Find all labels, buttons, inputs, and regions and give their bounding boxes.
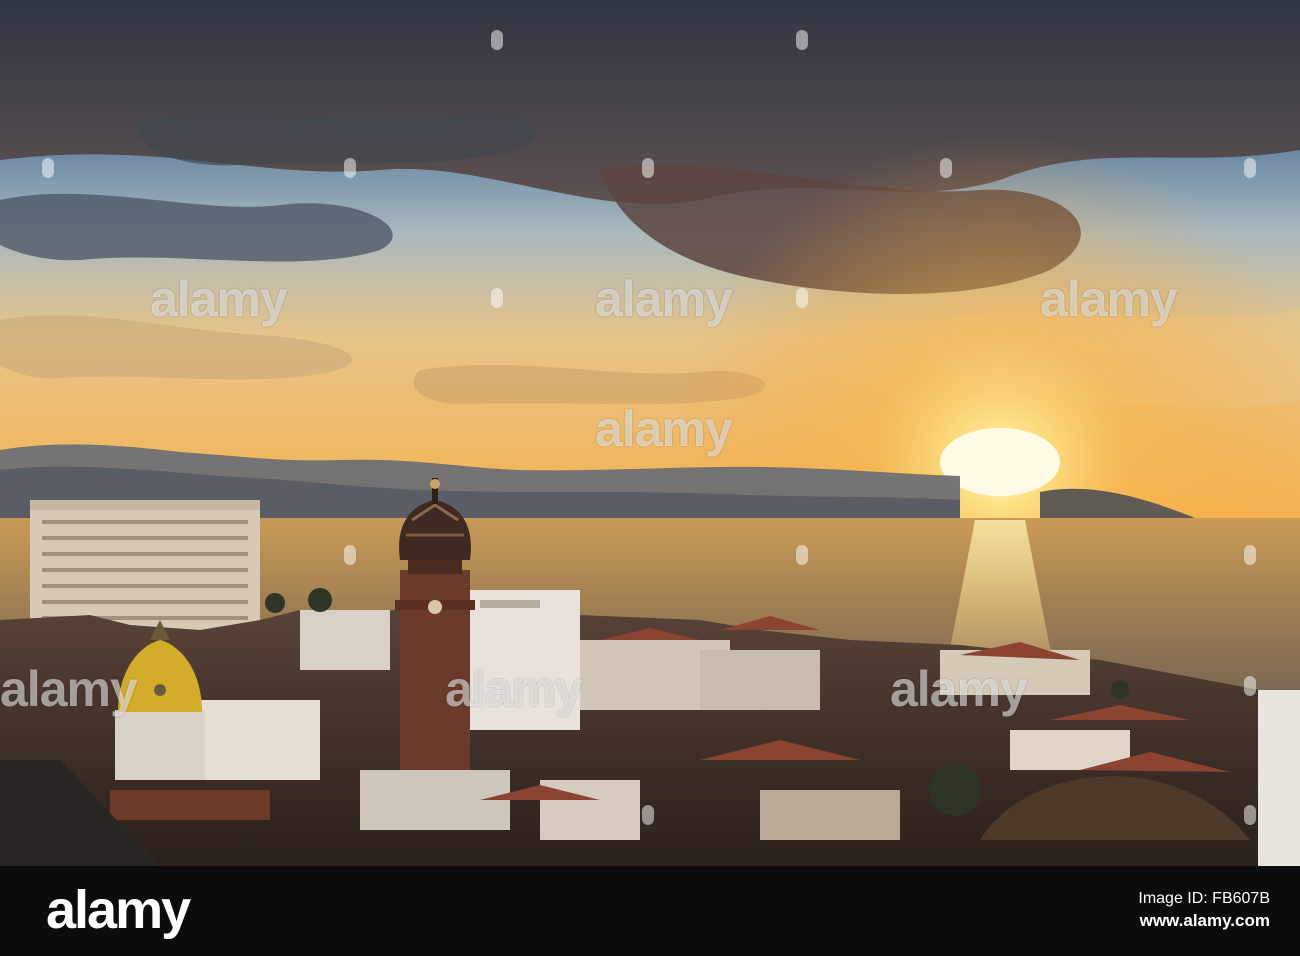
image-id: Image ID: FB607B xyxy=(1138,890,1270,907)
watermark-mark xyxy=(42,158,54,178)
church-tower xyxy=(395,478,475,770)
website-link[interactable]: www.alamy.com xyxy=(1138,910,1270,932)
watermark-mark xyxy=(1244,158,1256,178)
watermark-mark xyxy=(491,288,503,308)
watermark-mark xyxy=(796,288,808,308)
watermark-mark xyxy=(796,30,808,50)
footer-meta: Image ID: FB607B www.alamy.com xyxy=(1138,888,1270,932)
watermark-mark xyxy=(1244,676,1256,696)
photo xyxy=(0,0,1300,866)
watermark-mark xyxy=(344,158,356,178)
footer-bar: alamy Image ID: FB607B www.alamy.com xyxy=(0,866,1300,956)
watermark-mark xyxy=(1244,545,1256,565)
alamy-logo: alamy xyxy=(46,880,191,940)
watermark-mark xyxy=(642,805,654,825)
watermark-mark xyxy=(1244,805,1256,825)
watermark-mark xyxy=(344,545,356,565)
watermark-mark xyxy=(642,158,654,178)
watermark-mark xyxy=(796,545,808,565)
watermark-mark xyxy=(491,30,503,50)
watermark-mark xyxy=(940,158,952,178)
